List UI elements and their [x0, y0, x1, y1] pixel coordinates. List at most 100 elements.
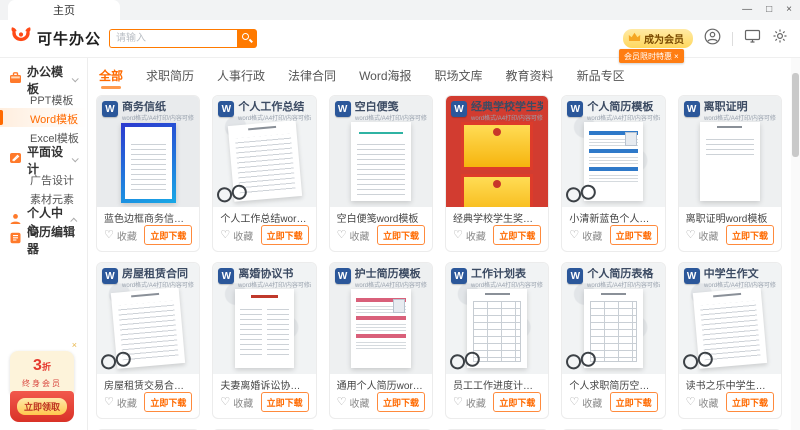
heart-icon: ♡	[104, 230, 114, 241]
download-button[interactable]: 立即下载	[261, 392, 309, 412]
template-card[interactable]: W 工作计划表 word格式/A4打印/内容可修改 员工工作进度计划表word模…	[445, 262, 549, 419]
card-subtitle: word格式/A4打印/内容可修改	[587, 114, 649, 123]
glasses-decor	[447, 350, 483, 372]
card-title: 离职证明	[704, 101, 776, 114]
download-button[interactable]: 立即下载	[493, 225, 541, 245]
glasses-decor	[98, 350, 134, 372]
download-button[interactable]: 立即下载	[726, 392, 774, 412]
promo-close-icon[interactable]: ×	[72, 340, 77, 350]
category-tab-3[interactable]: 法律合同	[288, 67, 336, 84]
template-card[interactable]: W 房屋租赁合同 word格式/A4打印/内容可修改 房屋租赁交易合同word模…	[96, 262, 200, 419]
card-caption: 蓝色边框商务信纸word模板	[97, 207, 199, 223]
favorite-button[interactable]: ♡收藏	[569, 395, 602, 410]
scrollbar[interactable]	[791, 58, 800, 430]
settings-button[interactable]	[772, 28, 788, 49]
heart-icon: ♡	[569, 230, 579, 241]
sidebar-item-excel[interactable]: Excel模板	[0, 127, 87, 146]
template-card[interactable]: W 经典学校学生奖状 word格式/A4打印/内容可修改 经典学校学生奖状wor…	[445, 95, 549, 252]
favorite-button[interactable]: ♡收藏	[104, 395, 137, 410]
download-button[interactable]: 立即下载	[493, 392, 541, 412]
card-caption: 经典学校学生奖状word模板	[446, 207, 548, 223]
heart-icon: ♡	[220, 230, 230, 241]
sidebar-item-ad-design[interactable]: 广告设计	[0, 169, 87, 188]
download-button[interactable]: 立即下载	[144, 225, 192, 245]
download-button[interactable]: 立即下载	[377, 225, 425, 245]
app-logo[interactable]: 可牛办公	[10, 26, 101, 51]
template-card[interactable]: W 离职证明 word格式/A4打印/内容可修改 离职证明word模板 ♡收藏 …	[678, 95, 782, 252]
favorite-button[interactable]: ♡收藏	[220, 228, 253, 243]
sidebar-item-word[interactable]: Word模板	[0, 108, 87, 127]
download-button[interactable]: 立即下载	[610, 225, 658, 245]
category-tab-6[interactable]: 教育资料	[506, 67, 554, 84]
word-file-icon: W	[102, 268, 118, 284]
template-card[interactable]: W 中学生作文 word格式/A4打印/内容可修改 读书之乐中学生作文word模…	[678, 262, 782, 419]
download-button[interactable]: 立即下载	[610, 392, 658, 412]
minimize-button[interactable]: —	[742, 5, 752, 15]
card-title: 空白便笺	[355, 101, 427, 114]
main-content: 全部 求职简历 人事行政 法律合同 Word海报 职场文库 教育资料 新品专区 W 商务信纸 …	[88, 58, 800, 430]
preview-decor	[351, 122, 410, 201]
maximize-button[interactable]: □	[766, 5, 772, 15]
template-card[interactable]: W 护士简历模板 word格式/A4打印/内容可修改 通用个人简历word模板 …	[329, 262, 433, 419]
category-tab-5[interactable]: 职场文库	[435, 67, 483, 84]
sidebar-item-ppt[interactable]: PPT模板	[0, 89, 87, 108]
favorite-button[interactable]: ♡收藏	[453, 395, 486, 410]
favorite-button[interactable]: ♡收藏	[686, 228, 719, 243]
template-card[interactable]: W 离婚协议书 word格式/A4打印/内容可修改 夫妻离婚诉讼协议书word模…	[212, 262, 316, 419]
sidebar-section-graphic-design[interactable]: 平面设计	[0, 150, 87, 169]
category-tab-2[interactable]: 人事行政	[217, 67, 265, 84]
sidebar-item-assets[interactable]: 素材元素	[0, 188, 87, 207]
favorite-label: 收藏	[117, 395, 137, 410]
app-name: 可牛办公	[37, 28, 101, 49]
category-tab-1[interactable]: 求职简历	[146, 67, 194, 84]
sidebar-section-resume-editor[interactable]: 简历编辑器	[0, 230, 87, 249]
chevron-down-icon	[72, 155, 79, 162]
search-input[interactable]	[109, 29, 237, 48]
search-button[interactable]	[237, 29, 257, 48]
template-card[interactable]: W 个人简历表格 word格式/A4打印/内容可修改 个人求职简历空白表格wor…	[561, 262, 665, 419]
favorite-button[interactable]: ♡收藏	[337, 395, 370, 410]
favorite-label: 收藏	[582, 228, 602, 243]
category-tab-7[interactable]: 新品专区	[577, 67, 625, 84]
favorite-button[interactable]: ♡收藏	[686, 395, 719, 410]
promo-claim-button[interactable]: 立即领取	[17, 398, 67, 415]
monitor-icon	[744, 28, 761, 49]
download-button[interactable]: 立即下载	[726, 225, 774, 245]
promo-card[interactable]: × 3折 终身会员 立即领取	[10, 351, 74, 422]
preview-decor	[121, 123, 176, 203]
favorite-button[interactable]: ♡收藏	[220, 395, 253, 410]
glasses-decor	[214, 183, 250, 205]
category-tab-0[interactable]: 全部	[99, 67, 123, 84]
template-card[interactable]: W 个人简历模板 word格式/A4打印/内容可修改 小清新蓝色个人简历系列—w…	[561, 95, 665, 252]
template-card[interactable]: W 个人工作总结 word格式/A4打印/内容可修改 个人工作总结word模板 …	[212, 95, 316, 252]
become-member-button[interactable]: 成为会员	[623, 29, 693, 48]
heart-icon: ♡	[337, 230, 347, 241]
template-card[interactable]: W 商务信纸 word格式/A4打印/内容可修改 蓝色边框商务信纸word模板 …	[96, 95, 200, 252]
sidebar-item-label: Excel模板	[30, 133, 79, 145]
member-area: 成为会员 会员限时特惠×	[623, 29, 693, 48]
download-button[interactable]: 立即下载	[377, 392, 425, 412]
card-title: 个人简历表格	[587, 268, 659, 281]
favorite-button[interactable]: ♡收藏	[453, 228, 486, 243]
account-button[interactable]	[704, 28, 721, 50]
card-title: 房屋租赁合同	[122, 268, 194, 281]
card-subtitle: word格式/A4打印/内容可修改	[704, 281, 766, 290]
glasses-decor	[563, 183, 599, 205]
sidebar-section-office-templates[interactable]: 办公模板	[0, 70, 87, 89]
favorite-button[interactable]: ♡收藏	[104, 228, 137, 243]
devices-button[interactable]	[744, 28, 761, 49]
close-button[interactable]: ×	[786, 5, 792, 15]
favorite-button[interactable]: ♡收藏	[337, 228, 370, 243]
titlebar: 主页 — □ ×	[0, 0, 800, 20]
download-button[interactable]: 立即下载	[144, 392, 192, 412]
ribbon-close-icon[interactable]: ×	[674, 52, 679, 61]
download-button[interactable]: 立即下载	[261, 225, 309, 245]
member-promo-ribbon[interactable]: 会员限时特惠×	[619, 49, 684, 63]
category-tab-4[interactable]: Word海报	[359, 67, 411, 84]
template-card[interactable]: W 空白便笺 word格式/A4打印/内容可修改 空白便笺word模板 ♡收藏 …	[329, 95, 433, 252]
bull-logo-icon	[10, 26, 32, 51]
favorite-button[interactable]: ♡收藏	[569, 228, 602, 243]
word-file-icon: W	[335, 268, 351, 284]
scrollbar-thumb[interactable]	[792, 73, 799, 157]
tab-home[interactable]: 主页	[8, 0, 120, 20]
